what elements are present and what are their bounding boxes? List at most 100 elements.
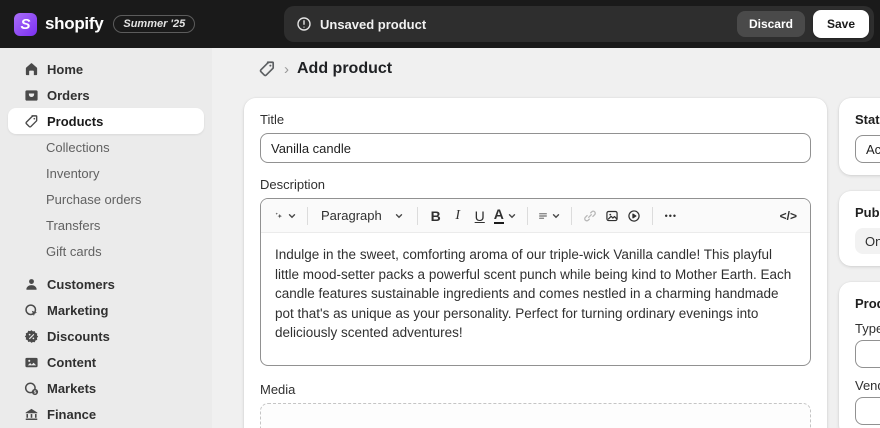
customers-icon [26, 278, 37, 290]
sidebar-item-label: Markets [47, 380, 97, 396]
title-input[interactable] [260, 133, 811, 163]
link-icon [584, 210, 596, 221]
shopify-bag-icon: S [14, 12, 37, 36]
alert-circle-icon [297, 17, 311, 31]
sidebar-item-label: Customers [47, 276, 115, 292]
title-label: Title [260, 112, 285, 127]
sidebar-item-content[interactable]: Content [8, 349, 204, 375]
toolbar-divider [526, 206, 528, 225]
sidebar-item-customers[interactable]: Customers [8, 271, 204, 297]
insert-link-button[interactable] [579, 204, 601, 228]
publishing-card-title: Publishing [855, 205, 880, 220]
chevron-down-icon [552, 213, 560, 218]
underline-icon: U [474, 207, 485, 224]
more-dots-icon: ••• [664, 210, 678, 221]
text-color-button[interactable]: A [491, 204, 520, 228]
sidebar-item-gift-cards[interactable]: Gift cards [8, 238, 204, 264]
sidebar-item-collections[interactable]: Collections [8, 134, 204, 160]
sidebar-item-inventory[interactable]: Inventory [8, 160, 204, 186]
text-color-icon: A [493, 206, 504, 224]
unsaved-message: Unsaved product [320, 16, 427, 32]
status-select[interactable]: Active [855, 135, 880, 163]
sidebar-item-purchase-orders[interactable]: Purchase orders [8, 186, 204, 212]
image-icon [606, 210, 618, 221]
insert-image-button[interactable] [601, 204, 623, 228]
vendor-label: Vendor [855, 378, 880, 393]
content-icon [25, 357, 38, 367]
code-icon: </> [779, 208, 797, 223]
sidebar-item-label: Finance [47, 406, 97, 422]
status-card: Status Active [839, 98, 880, 175]
type-input[interactable] [855, 340, 880, 368]
context-bar-actions: Discard Save [736, 10, 869, 38]
sidebar-item-finance[interactable]: Finance [8, 401, 204, 427]
publishing-card: Publishing Online Store [839, 191, 880, 266]
text-style-label: Paragraph [321, 208, 382, 223]
discounts-icon [24, 329, 39, 343]
toolbar-divider [307, 206, 308, 225]
products-tag-icon[interactable] [258, 60, 276, 78]
shopify-logo[interactable]: S shopify Summer '25 [0, 12, 196, 36]
media-dropzone[interactable] [260, 403, 811, 428]
chevron-down-icon [395, 213, 402, 218]
discard-button[interactable]: Discard [736, 11, 805, 37]
status-card-title: Status [855, 112, 880, 127]
sales-channel-item[interactable]: Online Store [855, 228, 880, 254]
sidebar-item-marketing[interactable]: Marketing [8, 297, 204, 323]
right-panel: Status Active Publishing Online Store Pr… [839, 98, 880, 428]
italic-button[interactable]: I [447, 204, 469, 228]
product-details-card: Title Description Paragraph B I U A [244, 98, 827, 428]
show-html-button[interactable]: </> [777, 204, 800, 228]
organization-card-title: Product organization [855, 296, 880, 311]
sidebar-item-label: Home [47, 61, 84, 77]
page-title: Add product [297, 60, 393, 77]
sidebar-item-discounts[interactable]: Discounts [8, 323, 204, 349]
text-style-dropdown[interactable]: Paragraph [315, 204, 410, 228]
save-button[interactable]: Save [812, 10, 869, 38]
description-label: Description [260, 177, 326, 192]
sidebar-item-home[interactable]: Home [8, 56, 204, 82]
align-left-icon [538, 212, 547, 219]
context-bar-status: Unsaved product [296, 16, 426, 32]
underline-button[interactable]: U [469, 204, 491, 228]
finance-icon [25, 408, 38, 420]
alignment-button[interactable] [535, 204, 564, 228]
toolbar-divider [651, 206, 653, 225]
sidebar-item-orders[interactable]: Orders [8, 82, 204, 108]
sparkle-icon [275, 211, 282, 218]
sidebar-item-label: Products [47, 113, 104, 129]
sidebar-item-label: Discounts [47, 328, 110, 344]
chevron-down-icon [288, 213, 296, 218]
play-circle-icon [628, 209, 640, 222]
toolbar-divider [570, 206, 572, 225]
topbar: S shopify Summer '25 Unsaved product Dis… [0, 0, 880, 48]
sidebar-nav: Home Orders Products Collections Invento… [0, 48, 212, 428]
version-badge: Summer '25 [113, 15, 196, 33]
product-organization-card: Product organization Type Vendor [839, 282, 880, 428]
rich-text-editor: Paragraph B I U A ••• </> Indulge in the… [260, 198, 811, 366]
orders-icon [25, 89, 38, 101]
breadcrumb: › Add product [258, 60, 392, 78]
vendor-input[interactable] [855, 397, 880, 425]
sidebar-item-label: Marketing [47, 302, 109, 318]
type-label: Type [855, 321, 880, 336]
chevron-right-icon: › [284, 60, 289, 78]
home-icon [25, 62, 38, 75]
unsaved-context-bar: Unsaved product Discard Save [284, 6, 874, 42]
products-tag-icon [25, 114, 38, 128]
bold-button[interactable]: B [425, 204, 447, 228]
sidebar-item-transfers[interactable]: Transfers [8, 212, 204, 238]
sidebar-item-markets[interactable]: $ Markets [8, 375, 204, 401]
chevron-down-icon [508, 213, 516, 218]
italic-icon: I [455, 207, 461, 223]
markets-icon: $ [24, 382, 39, 395]
sidebar-item-products[interactable]: Products [8, 108, 204, 134]
media-label: Media [260, 382, 296, 397]
sidebar-item-label: Content [47, 354, 97, 370]
shopify-wordmark: shopify [45, 14, 104, 33]
more-options-button[interactable]: ••• [660, 204, 682, 228]
marketing-icon [25, 303, 38, 316]
description-textbox[interactable]: Indulge in the sweet, comforting aroma o… [261, 233, 810, 365]
ai-sparkle-button[interactable] [271, 204, 300, 228]
insert-video-button[interactable] [623, 204, 645, 228]
